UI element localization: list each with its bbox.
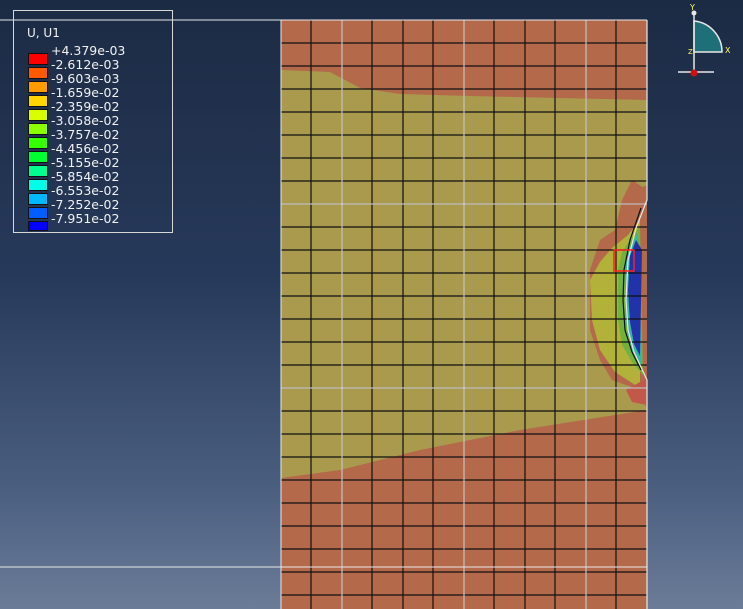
legend-label: -7.252e-02 — [51, 197, 120, 212]
legend-swatch — [28, 137, 48, 149]
legend-swatch — [28, 179, 48, 191]
legend-label: -2.612e-03 — [51, 57, 120, 72]
legend-swatch — [28, 123, 48, 135]
triad-quarter-disc — [693, 20, 723, 53]
legend-swatch — [28, 109, 48, 121]
legend-label: -5.155e-02 — [51, 155, 120, 170]
view-triad-icon[interactable]: Y X Z — [670, 4, 730, 84]
legend-label: -9.603e-03 — [51, 71, 120, 86]
triad-origin-marker — [690, 69, 698, 77]
legend-label: -6.553e-02 — [51, 183, 120, 198]
legend-swatch — [28, 193, 48, 205]
legend-swatch — [28, 165, 48, 177]
legend-swatch — [28, 95, 48, 107]
legend-swatch — [28, 221, 48, 231]
legend-label: -3.757e-02 — [51, 127, 120, 142]
model-viewport[interactable]: U, U1 +4.379e-03 -2.612e-03 -9.603e-03 -… — [0, 0, 743, 609]
legend-swatch — [28, 151, 48, 163]
legend-label: -1.659e-02 — [51, 85, 120, 100]
legend-swatch — [28, 81, 48, 93]
legend-label: -7.951e-02 — [51, 211, 120, 226]
legend-swatch — [28, 67, 48, 79]
legend-title: U, U1 — [27, 26, 60, 40]
triad-z-label: Z — [688, 48, 693, 56]
legend-label: -4.456e-02 — [51, 141, 120, 156]
triad-y-label: Y — [689, 4, 695, 12]
contour-legend: U, U1 +4.379e-03 -2.612e-03 -9.603e-03 -… — [13, 10, 173, 233]
triad-x-label: X — [725, 46, 730, 55]
legend-label: +4.379e-03 — [51, 43, 126, 58]
legend-label: -5.854e-02 — [51, 169, 120, 184]
legend-label: -2.359e-02 — [51, 99, 120, 114]
legend-label: -3.058e-02 — [51, 113, 120, 128]
legend-swatch — [28, 207, 48, 219]
legend-swatch — [28, 53, 48, 65]
